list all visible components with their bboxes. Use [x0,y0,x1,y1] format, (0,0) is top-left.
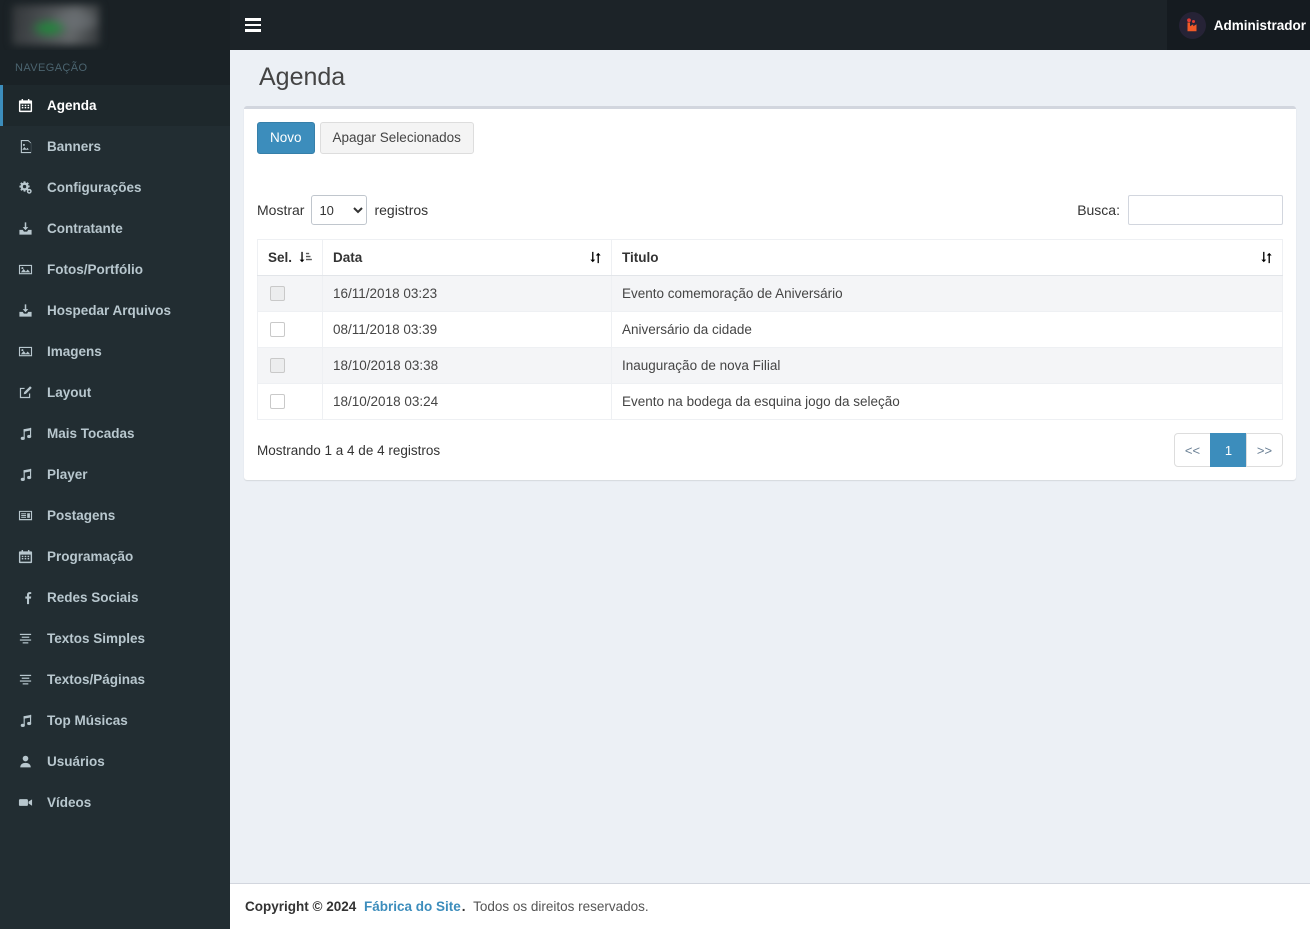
calendar-icon [18,549,38,564]
file-image-icon [18,139,38,154]
column-header-sel[interactable]: Sel. [256,239,324,277]
toolbar: Novo Apagar Selecionados [257,122,1283,155]
sidebar-item-redes-sociais[interactable]: Redes Sociais [0,577,230,618]
admin-app: Administrador NAVEGAÇÃO Agenda Banners C… [0,0,1310,929]
sidebar-item-textos-paginas[interactable]: Textos/Páginas [0,659,230,700]
table-row: 08/11/2018 03:39 Aniversário da cidade [256,311,1283,349]
sidebar-section-label: NAVEGAÇÃO [0,50,230,85]
user-menu[interactable]: Administrador [1166,0,1310,50]
row-title: Evento na bodega da esquina jogo da sele… [611,383,1283,421]
sort-icon [1259,250,1274,265]
row-date: 08/11/2018 03:39 [322,311,613,349]
table-row: 18/10/2018 03:24 Evento na bodega da esq… [256,383,1283,421]
site-logo[interactable] [0,0,230,50]
edit-icon [18,385,38,400]
row-title: Aniversário da cidade [611,311,1283,349]
copyright-text: Copyright © 2024 [245,899,357,914]
row-select-checkbox[interactable] [270,358,285,374]
table-controls: Mostrar 10 registros Busca: [257,195,1283,226]
sidebar-item-postagens[interactable]: Postagens [0,495,230,536]
show-label: Mostrar [257,202,305,219]
row-select-checkbox[interactable] [270,322,285,338]
column-header-titulo[interactable]: Titulo [611,239,1283,277]
row-select-checkbox[interactable] [270,394,285,410]
sidebar-item-hospedar-arquivos[interactable]: Hospedar Arquivos [0,290,230,331]
facebook-icon [18,590,38,605]
user-name: Administrador [1213,17,1306,33]
agenda-table: Sel. Data Titulo 16/11/2018 03:23 Evento… [256,239,1283,421]
pagination-next-button[interactable]: >> [1246,433,1283,468]
row-date: 16/11/2018 03:23 [322,275,613,313]
sidebar-item-agenda[interactable]: Agenda [0,85,230,126]
sidebar-toggle-button[interactable] [230,0,276,50]
page-title: Agenda [259,63,346,91]
align-icon [18,672,38,687]
sidebar-item-imagens[interactable]: Imagens [0,331,230,372]
sort-amount-icon [298,250,314,265]
sidebar-item-contratante[interactable]: Contratante [0,208,230,249]
column-header-data[interactable]: Data [322,239,613,277]
newspaper-icon [18,508,38,523]
footer-brand-link[interactable]: Fábrica do Site [364,899,461,914]
sidebar-item-mais-tocadas[interactable]: Mais Tocadas [0,413,230,454]
records-info: Mostrando 1 a 4 de 4 registros [257,442,441,458]
factory-logo-icon [1182,15,1202,35]
delete-selected-button[interactable]: Apagar Selecionados [319,122,474,155]
music-icon [18,467,38,482]
user-icon [18,754,38,769]
sidebar-item-configuracoes[interactable]: Configurações [0,167,230,208]
new-button[interactable]: Novo [257,122,315,155]
sidebar-menu: Agenda Banners Configurações Contratante… [0,85,230,823]
sidebar-item-fotos-portfolio[interactable]: Fotos/Portfólio [0,249,230,290]
sidebar-item-textos-simples[interactable]: Textos Simples [0,618,230,659]
align-icon [18,631,38,646]
row-date: 18/10/2018 03:38 [322,347,613,385]
gears-icon [18,180,38,195]
table-row: 18/10/2018 03:38 Inauguração de nova Fil… [256,347,1283,385]
sidebar: NAVEGAÇÃO Agenda Banners Configurações C… [0,50,230,929]
music-icon [18,713,38,728]
logo-image [12,5,100,45]
sidebar-item-programacao[interactable]: Programação [0,536,230,577]
hamburger-icon [245,18,261,21]
records-label: registros [374,202,429,219]
sidebar-item-videos[interactable]: Vídeos [0,782,230,823]
row-select-checkbox[interactable] [270,286,285,302]
download-icon [18,303,38,318]
row-title: Inauguração de nova Filial [611,347,1283,385]
user-avatar [1178,11,1206,39]
sidebar-item-usuarios[interactable]: Usuários [0,741,230,782]
content-area: Agenda Novo Apagar Selecionados Mostrar … [230,50,1310,883]
top-navbar: Administrador [0,0,1310,50]
sidebar-item-player[interactable]: Player [0,454,230,495]
search-input[interactable] [1128,195,1283,226]
row-date: 18/10/2018 03:24 [322,383,613,421]
calendar-icon [18,98,38,113]
sidebar-item-top-musicas[interactable]: Top Músicas [0,700,230,741]
image-icon [18,344,38,359]
pagination-prev-button[interactable]: << [1174,433,1211,468]
download-icon [18,221,38,236]
rights-text: Todos os direitos reservados. [473,899,649,914]
sidebar-item-banners[interactable]: Banners [0,126,230,167]
row-title: Evento comemoração de Aniversário [611,275,1283,313]
sidebar-item-layout[interactable]: Layout [0,372,230,413]
table-row: 16/11/2018 03:23 Evento comemoração de A… [256,275,1283,313]
pagination-page-1-button[interactable]: 1 [1210,433,1247,468]
agenda-box: Novo Apagar Selecionados Mostrar 10 regi… [244,106,1296,481]
page-size-select[interactable]: 10 [311,195,368,226]
search-label: Busca: [1077,202,1120,219]
video-icon [18,795,38,810]
sort-icon [588,250,603,265]
footer: Copyright © 2024 Fábrica do Site. Todos … [230,883,1310,929]
pagination: << 1 >> [1174,433,1283,468]
image-icon [18,262,38,277]
music-icon [18,426,38,441]
